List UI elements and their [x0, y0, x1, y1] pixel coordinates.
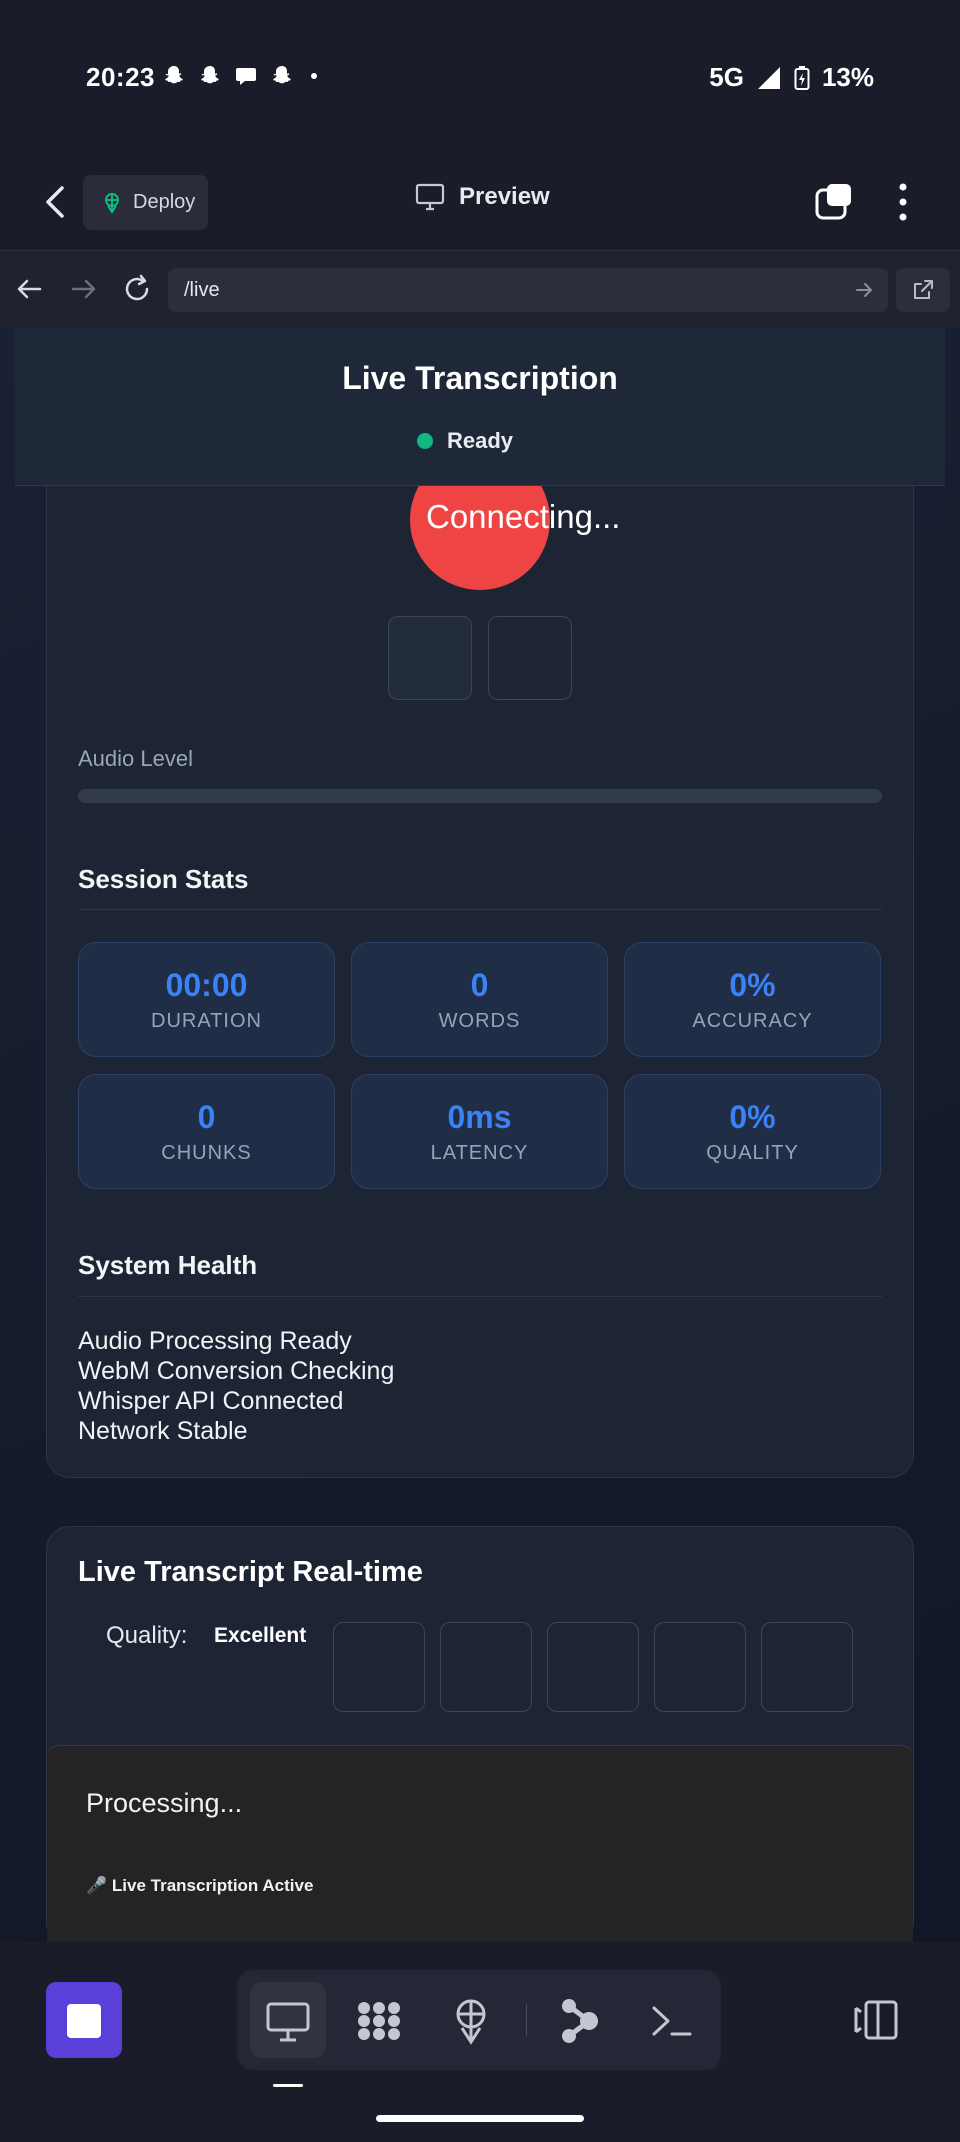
status-dot [416, 433, 433, 449]
preview-tab[interactable]: Preview [415, 183, 550, 211]
snapchat-icon [165, 66, 183, 84]
open-external-button[interactable] [896, 268, 950, 312]
stat-value: 0 [197, 1098, 216, 1135]
stat-value: 00:00 [165, 966, 248, 1003]
back-icon[interactable] [36, 180, 76, 224]
control-button-2[interactable] [488, 616, 572, 700]
url-field[interactable]: /live [168, 268, 888, 312]
session-stats-title: Session Stats [78, 864, 249, 894]
page-header [15, 328, 945, 486]
browser-back-icon[interactable] [12, 272, 46, 306]
control-button-1[interactable] [388, 616, 472, 700]
network-label: 5G [709, 62, 744, 92]
live-active-note: 🎤 Live Transcription Active [86, 1876, 314, 1895]
stat-value: 0% [729, 1098, 776, 1135]
snapchat-icon [273, 66, 291, 84]
external-link-icon [914, 280, 933, 299]
status-time: 20:23 [86, 62, 155, 92]
active-tab-indicator [273, 2084, 303, 2087]
processing-text: Processing... [86, 1788, 243, 1818]
reload-icon[interactable] [120, 272, 154, 306]
more-options-icon[interactable] [893, 182, 913, 222]
dock-separator [526, 2004, 527, 2036]
tabs-icon[interactable] [815, 182, 853, 220]
stat-words: 0 WORDS [351, 942, 608, 1057]
stat-label: CHUNKS [161, 1141, 252, 1164]
battery-icon [794, 65, 810, 90]
signal-icon [757, 66, 780, 89]
page-title: Live Transcription [342, 360, 618, 396]
home-indicator[interactable] [376, 2115, 584, 2122]
deploy-label: Deploy [133, 191, 196, 213]
stat-label: DURATION [151, 1009, 262, 1032]
deploy-button[interactable]: Deploy [83, 175, 208, 230]
connection-status: Ready [0, 428, 960, 454]
deploy-icon[interactable] [446, 1996, 496, 2046]
health-item: Network Stable [78, 1417, 248, 1445]
notification-icons [162, 64, 322, 88]
stat-duration: 00:00 DURATION [78, 942, 335, 1057]
share-icon[interactable] [555, 1996, 605, 2046]
quality-bar-5 [761, 1622, 853, 1712]
divider [78, 1296, 882, 1297]
system-health-title: System Health [78, 1250, 258, 1280]
monitor-icon [415, 183, 445, 211]
stat-latency: 0ms LATENCY [351, 1074, 608, 1189]
status-text: Ready [446, 428, 514, 453]
live-transcript-title: Live Transcript Real-time [78, 1556, 423, 1588]
monitor-icon[interactable] [263, 1996, 313, 2046]
quality-bar-3 [547, 1622, 639, 1712]
status-right: 5G 13% [709, 62, 874, 93]
preview-label: Preview [459, 183, 550, 210]
quality-bar-1 [333, 1622, 425, 1712]
stat-label: WORDS [438, 1009, 521, 1032]
go-icon[interactable] [854, 280, 874, 300]
quality-bar-4 [654, 1622, 746, 1712]
divider [78, 909, 882, 910]
stat-accuracy: 0% ACCURACY [624, 942, 881, 1057]
health-item: WebM Conversion Checking [78, 1357, 395, 1385]
terminal-icon[interactable] [646, 1996, 696, 2046]
health-item: Whisper API Connected [78, 1387, 344, 1415]
url-text: /live [184, 279, 220, 301]
stat-label: LATENCY [430, 1141, 529, 1164]
stat-chunks: 0 CHUNKS [78, 1074, 335, 1189]
apps-grid-icon[interactable] [354, 1996, 404, 2046]
chat-icon [236, 68, 256, 85]
quality-label: Quality: [106, 1622, 188, 1649]
browser-forward-icon[interactable] [67, 272, 101, 306]
stop-icon [67, 2004, 101, 2038]
snapchat-icon [201, 66, 219, 84]
dot-icon [311, 73, 317, 79]
health-item: Audio Processing Ready [78, 1327, 352, 1355]
quality-value: Excellent [214, 1624, 307, 1647]
stat-value: 0ms [447, 1098, 512, 1135]
stat-value: 0 [470, 966, 489, 1003]
quality-bar-2 [440, 1622, 532, 1712]
side-panel-icon[interactable] [852, 1998, 898, 2042]
transcript-panel [47, 1745, 913, 1945]
audio-level-bar [78, 789, 882, 803]
battery-percent: 13% [821, 62, 874, 92]
deploy-icon [105, 192, 119, 214]
stat-quality: 0% QUALITY [624, 1074, 881, 1189]
audio-level-label: Audio Level [78, 746, 193, 771]
record-button-label: Connecting... [426, 498, 621, 535]
stat-value: 0% [729, 966, 776, 1003]
stat-label: ACCURACY [692, 1009, 813, 1032]
stat-label: QUALITY [706, 1141, 799, 1164]
